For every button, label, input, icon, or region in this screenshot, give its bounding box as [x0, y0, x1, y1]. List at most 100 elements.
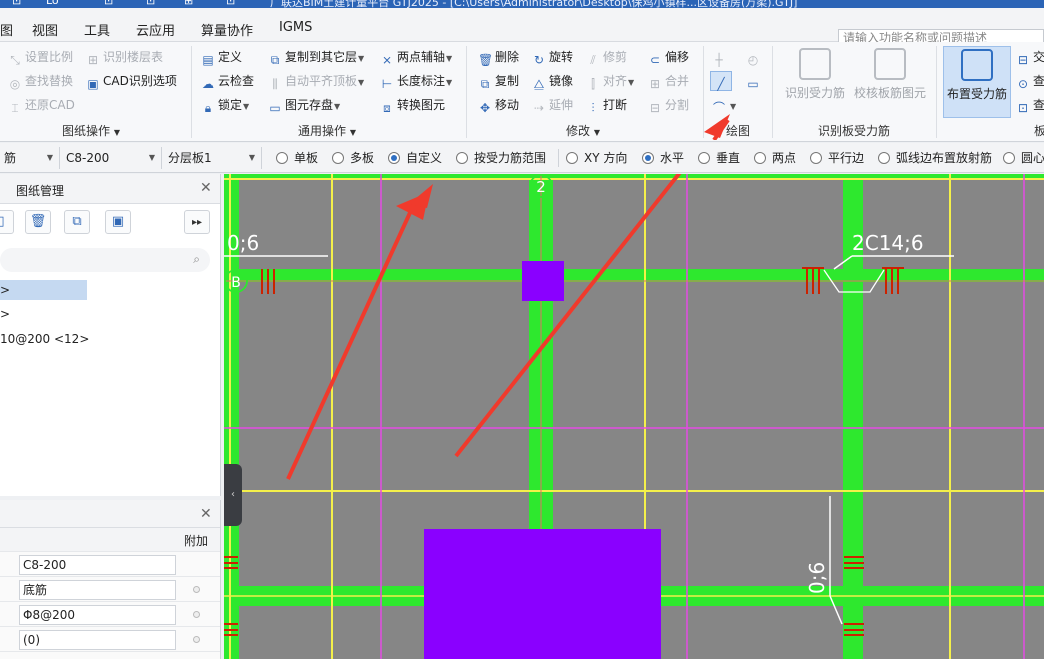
- delete-drawing-button[interactable]: 🗑︎: [25, 210, 51, 234]
- radio-arc-radial[interactable]: 弧线边布置放射筋: [878, 150, 992, 166]
- radio-horizontal[interactable]: 水平: [642, 150, 684, 166]
- lock-button[interactable]: 🔒︎ 锁定▼: [201, 96, 249, 115]
- point-draw-button[interactable]: ┼: [712, 48, 729, 67]
- offset-button[interactable]: ⊂ 偏移: [648, 48, 689, 67]
- tree-item[interactable]: >: [0, 304, 10, 324]
- define-button[interactable]: ▤ 定义: [201, 48, 242, 67]
- axis-label-2: 2: [536, 178, 546, 196]
- tree-item[interactable]: >: [0, 280, 87, 300]
- copy-button[interactable]: ⧉ 复制: [478, 72, 519, 91]
- identify-floor-table-button[interactable]: ⊞ 识别楼层表: [86, 48, 163, 67]
- menu-item[interactable]: 图: [0, 20, 13, 39]
- find-replace-button[interactable]: ◎ 查找替换: [8, 72, 73, 91]
- drawing-management-panel: 图纸管理 ✕ ▯ 🗑︎ ⧉ ▣ ▸▸ ⌕ > > 10@200 <12>: [0, 174, 221, 496]
- group-label-common-ops[interactable]: 通用操作 ▼: [298, 122, 356, 139]
- menu-cloud-app[interactable]: 云应用: [136, 20, 175, 39]
- radio-xy-direction[interactable]: XY 方向: [566, 150, 627, 166]
- radio-custom[interactable]: 自定义: [388, 150, 442, 166]
- quick-access-icon[interactable]: Lo: [46, 0, 59, 7]
- panel-header: 图纸管理 ✕: [0, 174, 220, 204]
- property-value[interactable]: Φ8@200: [19, 605, 176, 625]
- cad-icon: ▣: [87, 77, 99, 91]
- close-icon[interactable]: ✕: [200, 180, 212, 196]
- ribbon-toolbar: ⤡ 设置比例 ◎ 查找替换 ⌶ 还原CAD ⊞ 识别楼层表 ▣ CAD识别选项 图纸操作 …: [0, 42, 1044, 142]
- extra-checkbox[interactable]: [193, 636, 200, 643]
- quick-access-icon[interactable]: ⊡: [146, 0, 155, 7]
- radio-vertical[interactable]: 垂直: [698, 150, 740, 166]
- layer-combo[interactable]: 分层板1 ▼: [164, 147, 262, 169]
- group-separator: [936, 46, 937, 138]
- rebar-annotation: 0;6: [805, 562, 829, 594]
- radio-center[interactable]: 圆心: [1003, 150, 1044, 166]
- cad-identify-options-button[interactable]: ▣ CAD识别选项: [86, 72, 177, 91]
- ribbon-partial-button[interactable]: ⊙ 查: [1016, 72, 1044, 91]
- save-drawing-button[interactable]: ▣: [105, 210, 131, 234]
- radio-parallel-edge[interactable]: 平行边: [810, 150, 864, 166]
- close-icon[interactable]: ✕: [200, 506, 212, 522]
- extra-checkbox[interactable]: [193, 611, 200, 618]
- identify-rebar-button[interactable]: 识别受力筋: [780, 46, 850, 118]
- cloud-check-button[interactable]: ☁ 云检查: [201, 72, 254, 91]
- length-dimension-button[interactable]: ⊢ 长度标注▼: [380, 72, 452, 91]
- tree-item[interactable]: 10@200 <12>: [0, 329, 89, 349]
- rebar-spec-combo[interactable]: C8-200 ▼: [62, 147, 162, 169]
- align-button[interactable]: ⫿ 对齐▼: [586, 72, 634, 91]
- menu-tools[interactable]: 工具: [84, 20, 110, 39]
- property-value[interactable]: (0): [19, 630, 176, 650]
- expand-panel-button[interactable]: ▸▸: [184, 210, 210, 234]
- menu-collaboration[interactable]: 算量协作: [201, 20, 253, 39]
- quick-access-icon[interactable]: ⊡: [226, 0, 235, 7]
- delete-button[interactable]: 🗑︎ 删除: [478, 48, 519, 67]
- check-slab-rebar-button[interactable]: 校核板筋图元: [852, 46, 928, 118]
- property-value[interactable]: C8-200: [19, 555, 176, 575]
- convert-element-button[interactable]: ⧈ 转换图元: [380, 96, 445, 115]
- merge-button[interactable]: ⊞ 合并: [648, 72, 689, 91]
- collapse-panel-handle[interactable]: ‹: [224, 464, 242, 526]
- quick-access-icon[interactable]: ⊡: [104, 0, 113, 7]
- extend-button[interactable]: ⇢ 延伸: [532, 96, 573, 115]
- identify-rebar-icon: [799, 48, 831, 80]
- element-save-button[interactable]: ▭ 图元存盘▼: [268, 96, 340, 115]
- property-value[interactable]: 底筋: [19, 580, 176, 600]
- radio-two-point[interactable]: 两点: [754, 150, 796, 166]
- radio-single-slab[interactable]: 单板: [276, 150, 318, 166]
- menu-igms[interactable]: IGMS: [279, 20, 312, 35]
- group-label-modify[interactable]: 修改 ▼: [566, 122, 600, 139]
- two-point-axis-button[interactable]: ⨯ 两点辅轴▼: [380, 48, 452, 67]
- mirror-button[interactable]: ⧋ 镜像: [532, 72, 573, 91]
- scale-icon: ⤡: [10, 53, 20, 67]
- copy-to-other-floor-button[interactable]: ⧉ 复制到其它层▼: [268, 48, 364, 67]
- drawing-canvas[interactable]: 2 B 0;6 2C14;6 0;6: [224, 174, 1044, 659]
- radio-multi-slab[interactable]: 多板: [332, 150, 374, 166]
- menu-view[interactable]: 视图: [32, 20, 58, 39]
- chevron-left-icon: ‹: [231, 489, 235, 500]
- auto-level-top-button[interactable]: ⫼ 自动平齐顶板▼: [268, 72, 364, 91]
- break-button[interactable]: ⫶ 打断: [586, 96, 627, 115]
- ribbon-partial-button[interactable]: ⊡ 查: [1016, 96, 1044, 115]
- line-draw-button[interactable]: ╱: [710, 71, 732, 91]
- rotate-button[interactable]: ↻ 旋转: [532, 48, 573, 67]
- property-row: Φ8@200: [0, 603, 220, 627]
- merge-icon: ⊞: [649, 77, 661, 91]
- save-icon[interactable]: ⊞: [184, 0, 193, 7]
- rotate-point-button[interactable]: ◴: [746, 48, 763, 67]
- place-rebar-button[interactable]: 布置受力筋: [943, 46, 1011, 118]
- ribbon-partial-button[interactable]: ⊟ 交: [1016, 48, 1044, 67]
- restore-cad-button[interactable]: ⌶ 还原CAD: [8, 96, 74, 115]
- quick-access-icon[interactable]: ⊡: [12, 0, 21, 7]
- split-button[interactable]: ⊟ 分割: [648, 96, 689, 115]
- rectangle-draw-button[interactable]: ▭: [746, 72, 763, 91]
- group-label-slab: 板: [1034, 124, 1044, 138]
- trim-button[interactable]: ⫽ 修剪: [586, 48, 627, 67]
- rebar-annotation: 0;6: [227, 231, 259, 255]
- restore-icon: ⌶: [11, 101, 19, 115]
- drawing-search-input[interactable]: ⌕: [0, 248, 210, 272]
- copy-drawing-button[interactable]: ⧉: [64, 210, 90, 234]
- move-button[interactable]: ✥ 移动: [478, 96, 519, 115]
- extra-checkbox[interactable]: [193, 586, 200, 593]
- radio-by-rebar-range[interactable]: 按受力筋范围: [456, 150, 546, 166]
- set-scale-button[interactable]: ⤡ 设置比例: [8, 48, 73, 67]
- panel-tool-button[interactable]: ▯: [0, 210, 14, 234]
- rebar-type-combo[interactable]: 筋 ▼: [0, 147, 60, 169]
- group-label-cad-ops[interactable]: 图纸操作 ▼: [62, 122, 120, 139]
